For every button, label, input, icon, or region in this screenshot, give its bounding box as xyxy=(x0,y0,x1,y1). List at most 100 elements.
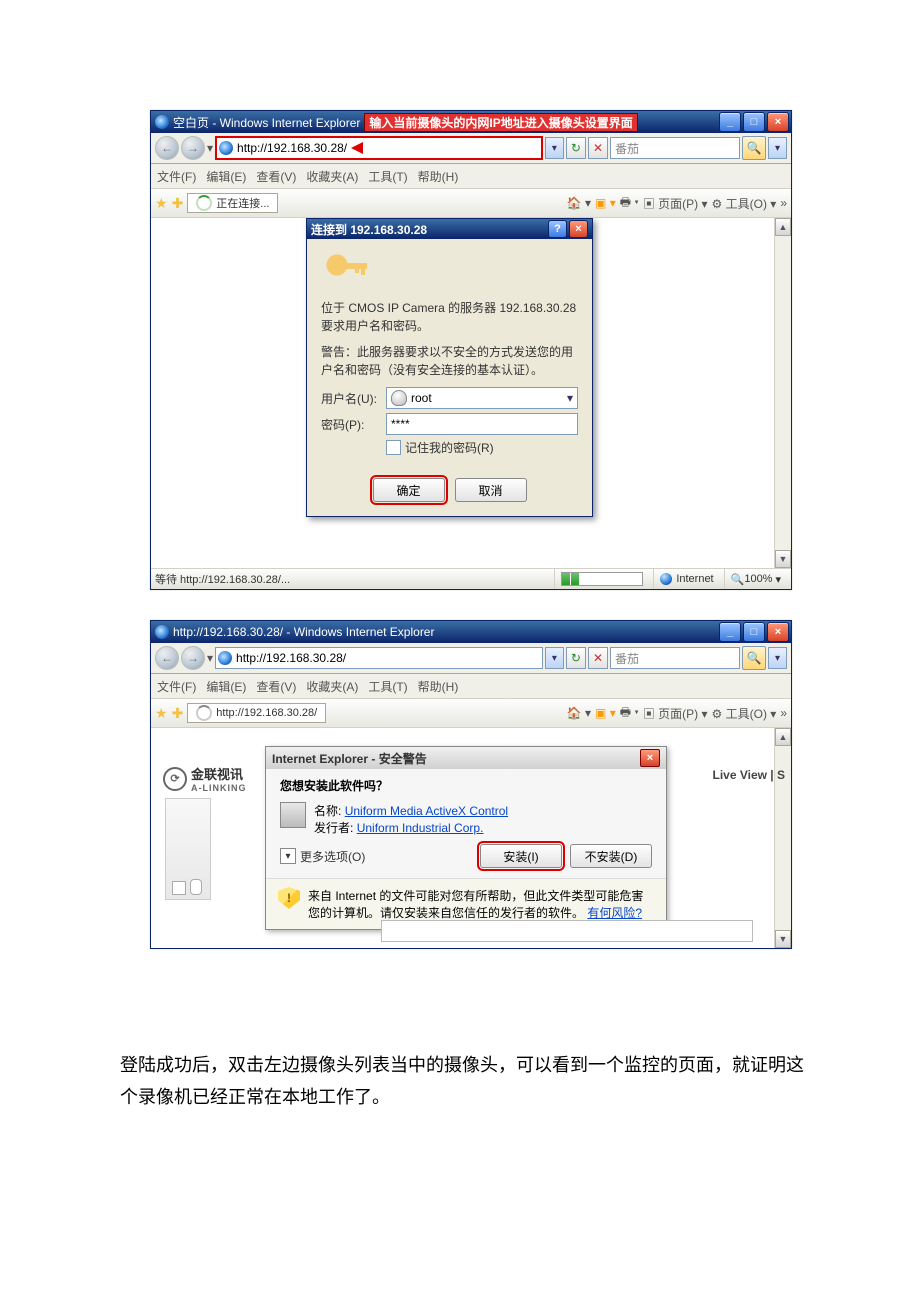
auth-close-button[interactable]: × xyxy=(569,220,588,238)
red-arrow-icon xyxy=(351,142,363,154)
install-button[interactable]: 安装(I) xyxy=(480,844,562,868)
zoom-icon: 🔍 xyxy=(731,573,745,586)
search-button[interactable]: 🔍 xyxy=(742,646,766,670)
print-icon[interactable]: 🖶 ▾ xyxy=(620,703,639,724)
search-box[interactable]: 番茄 xyxy=(610,137,740,159)
menu-favorites[interactable]: 收藏夹(A) xyxy=(306,678,358,695)
search-placeholder: 番茄 xyxy=(615,140,639,157)
browser-tab[interactable]: http://192.168.30.28/ xyxy=(187,703,326,723)
remember-checkbox[interactable] xyxy=(386,440,401,455)
maximize-button[interactable]: □ xyxy=(743,112,765,132)
feeds-icon[interactable]: ▣ ▾ xyxy=(595,196,616,210)
search-provider-dropdown[interactable]: ▾ xyxy=(768,137,787,159)
minimize-button[interactable]: _ xyxy=(719,622,741,642)
maximize-button[interactable]: □ xyxy=(743,622,765,642)
favorites-star-icon[interactable]: ★ xyxy=(155,705,168,722)
auth-message-1: 位于 CMOS IP Camera 的服务器 192.168.30.28 要求用… xyxy=(321,299,578,335)
menu-tools[interactable]: 工具(T) xyxy=(368,168,407,185)
menu-help[interactable]: 帮助(H) xyxy=(418,678,459,695)
cancel-button[interactable]: 取消 xyxy=(455,478,527,502)
menu-bar: 文件(F) 编辑(E) 查看(V) 收藏夹(A) 工具(T) 帮助(H) xyxy=(151,674,791,699)
address-dropdown[interactable]: ▾ xyxy=(545,647,564,669)
close-button[interactable]: × xyxy=(767,112,789,132)
search-box[interactable]: 番茄 xyxy=(610,647,740,669)
password-input[interactable]: **** xyxy=(386,413,578,435)
menu-tools[interactable]: 工具(T) xyxy=(368,678,407,695)
vertical-scrollbar[interactable]: ▲ ▼ xyxy=(774,728,791,948)
menu-help[interactable]: 帮助(H) xyxy=(418,168,459,185)
forward-button[interactable]: → xyxy=(181,646,205,670)
address-bar[interactable]: http://192.168.30.28/ xyxy=(215,136,543,160)
menu-file[interactable]: 文件(F) xyxy=(157,168,196,185)
security-close-button[interactable]: × xyxy=(640,749,660,767)
home-icon[interactable]: 🏠 ▾ xyxy=(567,196,591,210)
print-icon[interactable]: 🖶 ▾ xyxy=(620,193,639,214)
software-name-link[interactable]: Uniform Media ActiveX Control xyxy=(345,804,508,818)
expand-chevron-icon[interactable]: » xyxy=(780,196,787,210)
stop-button[interactable]: ✕ xyxy=(588,647,608,669)
nav-dropdown-icon[interactable]: ▾ xyxy=(207,651,213,665)
back-button[interactable]: ← xyxy=(155,646,179,670)
favorites-star-icon[interactable]: ★ xyxy=(155,195,168,212)
loading-spinner-icon xyxy=(196,195,212,211)
refresh-button[interactable]: ↻ xyxy=(566,137,586,159)
browser-tab[interactable]: 正在连接... xyxy=(187,193,278,213)
stop-button[interactable]: ✕ xyxy=(588,137,608,159)
window-titlebar: http://192.168.30.28/ - Windows Internet… xyxy=(151,621,791,643)
address-bar[interactable]: http://192.168.30.28/ xyxy=(215,647,543,669)
expand-chevron-icon[interactable]: » xyxy=(780,706,787,720)
menu-view[interactable]: 查看(V) xyxy=(256,678,296,695)
software-name-row: 名称: Uniform Media ActiveX Control xyxy=(314,802,508,819)
ie-window-1: 空白页 - Windows Internet Explorer 输入当前摄像头的… xyxy=(150,110,792,590)
menu-edit[interactable]: 编辑(E) xyxy=(206,168,246,185)
software-icon xyxy=(280,802,306,828)
search-button[interactable]: 🔍 xyxy=(742,136,766,160)
publisher-link[interactable]: Uniform Industrial Corp. xyxy=(357,821,484,835)
page-menu[interactable]: ▣ 页面(P) ▾ xyxy=(643,705,708,722)
tools-menu[interactable]: ⚙ 工具(O) ▾ xyxy=(712,705,777,722)
tab-label: http://192.168.30.28/ xyxy=(216,707,317,719)
auth-help-button[interactable]: ? xyxy=(548,220,567,238)
menu-edit[interactable]: 编辑(E) xyxy=(206,678,246,695)
vertical-scrollbar[interactable]: ▲ ▼ xyxy=(774,218,791,568)
dont-install-button[interactable]: 不安装(D) xyxy=(570,844,652,868)
live-view-link[interactable]: Live View | S xyxy=(712,768,785,782)
refresh-button[interactable]: ↻ xyxy=(566,647,586,669)
zoom-panel[interactable]: 🔍 100% ▾ xyxy=(724,569,787,589)
content-area: ▲ ▼ 连接到 192.168.30.28 ? × 位于 CMOS IP Cam… xyxy=(151,218,791,568)
ie-window-2: http://192.168.30.28/ - Windows Internet… xyxy=(150,620,792,949)
menu-file[interactable]: 文件(F) xyxy=(157,678,196,695)
nav-dropdown-icon[interactable]: ▾ xyxy=(207,141,213,155)
zone-label: Internet xyxy=(676,573,713,585)
tools-menu[interactable]: ⚙ 工具(O) ▾ xyxy=(712,195,777,212)
scroll-up-icon[interactable]: ▲ xyxy=(775,728,791,746)
page-menu[interactable]: ▣ 页面(P) ▾ xyxy=(643,195,708,212)
brand-logo-icon: ⟳ xyxy=(163,767,187,791)
back-button[interactable]: ← xyxy=(155,136,179,160)
home-icon[interactable]: 🏠 ▾ xyxy=(567,706,591,720)
page-icon xyxy=(218,651,232,665)
more-options-toggle[interactable]: ▾ 更多选项(O) xyxy=(280,848,365,865)
menu-view[interactable]: 查看(V) xyxy=(256,168,296,185)
search-provider-dropdown[interactable]: ▾ xyxy=(768,647,787,669)
add-favorite-icon[interactable]: ✚ xyxy=(172,195,184,212)
feeds-icon[interactable]: ▣ ▾ xyxy=(595,706,616,720)
minimize-button[interactable]: _ xyxy=(719,112,741,132)
forward-button[interactable]: → xyxy=(181,136,205,160)
scroll-down-icon[interactable]: ▼ xyxy=(775,550,791,568)
password-value: **** xyxy=(391,417,410,431)
bottom-input-stub[interactable] xyxy=(381,920,753,942)
keys-icon xyxy=(321,249,369,289)
address-dropdown[interactable]: ▾ xyxy=(545,137,564,159)
title-annotation: 输入当前摄像头的内网IP地址进入摄像头设置界面 xyxy=(364,113,637,132)
scroll-down-icon[interactable]: ▼ xyxy=(775,930,791,948)
menu-favorites[interactable]: 收藏夹(A) xyxy=(306,168,358,185)
username-input[interactable]: root ▾ xyxy=(386,387,578,409)
add-favorite-icon[interactable]: ✚ xyxy=(172,705,184,722)
risk-link[interactable]: 有何风险? xyxy=(587,906,642,920)
close-button[interactable]: × xyxy=(767,622,789,642)
camera-thumbnail[interactable] xyxy=(165,798,211,900)
ok-button[interactable]: 确定 xyxy=(373,478,445,502)
address-toolbar: ← → ▾ http://192.168.30.28/ ▾ ↻ ✕ 番茄 🔍 ▾ xyxy=(151,643,791,674)
scroll-up-icon[interactable]: ▲ xyxy=(775,218,791,236)
